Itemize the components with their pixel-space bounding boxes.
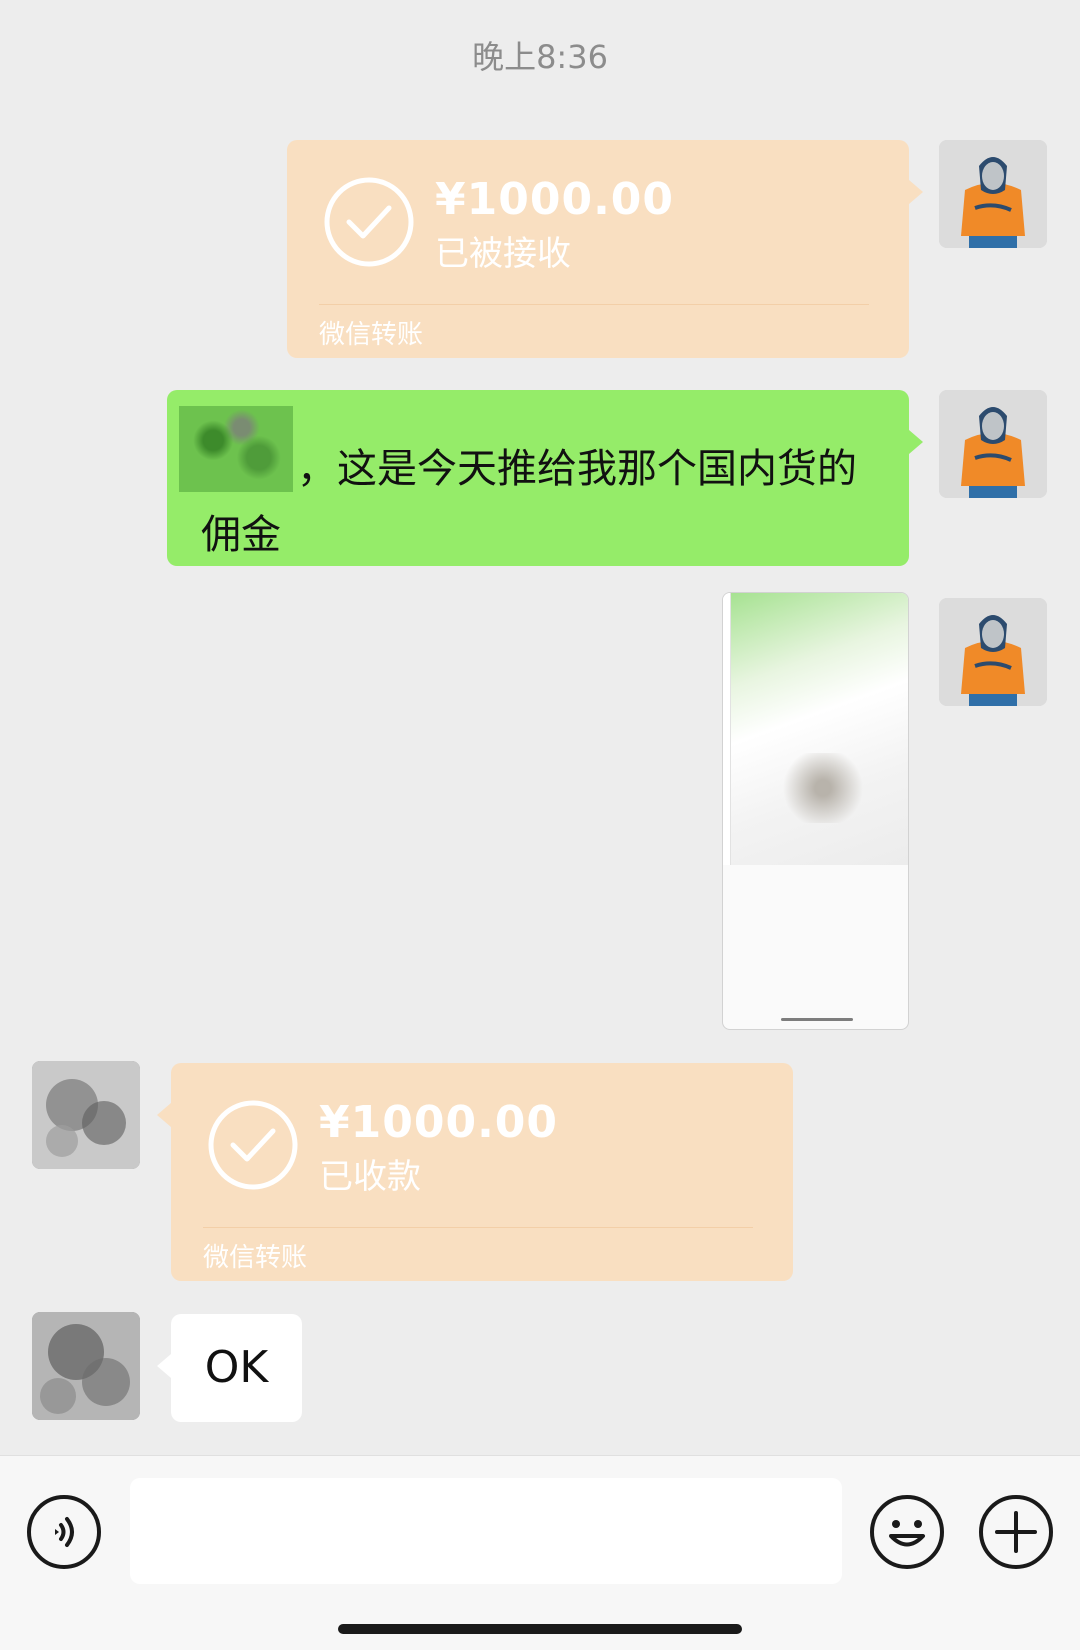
emoji-icon: [889, 1520, 925, 1547]
contact-avatar[interactable]: [32, 1312, 140, 1420]
plus-icon: [995, 1511, 1037, 1553]
sent-text-bubble[interactable]: ，这是今天推给我那个国内货的佣金: [167, 390, 923, 566]
voice-icon: [55, 1517, 74, 1547]
avatar-figure-icon: [939, 598, 1047, 706]
transfer-amount: ¥1000.00: [435, 174, 675, 225]
screenshot-content: [731, 593, 908, 865]
divider: [203, 1227, 753, 1228]
contact-avatar[interactable]: [32, 1061, 140, 1169]
screenshot-home-indicator: [781, 1018, 853, 1021]
transfer-footer-label: 微信转账: [319, 320, 424, 350]
censored-area: [783, 753, 863, 823]
my-avatar[interactable]: [939, 140, 1047, 248]
transfer-amount: ¥1000.00: [319, 1097, 559, 1148]
received-text-bubble[interactable]: OK: [157, 1314, 302, 1422]
censored-mosaic: [179, 406, 293, 492]
check-icon: [208, 1100, 298, 1190]
bubble-tail: [157, 1103, 171, 1127]
my-avatar[interactable]: [939, 390, 1047, 498]
avatar-blurred-icon: [32, 1312, 140, 1420]
transfer-status: 已收款: [319, 1157, 421, 1197]
transfer-card[interactable]: ¥1000.00 已收款 微信转账: [157, 1063, 793, 1281]
check-icon: [324, 177, 414, 267]
voice-button[interactable]: [27, 1495, 101, 1569]
message-text: OK: [204, 1342, 269, 1393]
my-avatar[interactable]: [939, 598, 1047, 706]
emoji-button[interactable]: [870, 1495, 944, 1569]
bubble-tail: [909, 180, 923, 204]
bubble-tail: [157, 1354, 171, 1378]
chat-screen: 晚上8:36 ¥1000.00 已被接收 微信转账 ，这是今天推给我那个国内货的…: [0, 0, 1080, 1650]
image-message[interactable]: [722, 592, 909, 1030]
message-text: ，这是今天推给我那个国内货的佣金: [201, 446, 857, 558]
message-input[interactable]: [130, 1478, 842, 1584]
home-indicator: [338, 1624, 742, 1634]
transfer-status: 已被接收: [435, 234, 571, 274]
avatar-blurred-icon: [32, 1061, 140, 1169]
avatar-figure-icon: [939, 390, 1047, 498]
avatar-figure-icon: [939, 140, 1047, 248]
message-timestamp: 晚上8:36: [472, 38, 608, 76]
more-button[interactable]: [979, 1495, 1053, 1569]
input-bar: [0, 1455, 1080, 1650]
transfer-footer-label: 微信转账: [203, 1243, 308, 1273]
divider: [319, 304, 869, 305]
bubble-tail: [909, 430, 923, 454]
transfer-card[interactable]: ¥1000.00 已被接收 微信转账: [287, 140, 923, 358]
screenshot-sidebar: [723, 593, 731, 865]
